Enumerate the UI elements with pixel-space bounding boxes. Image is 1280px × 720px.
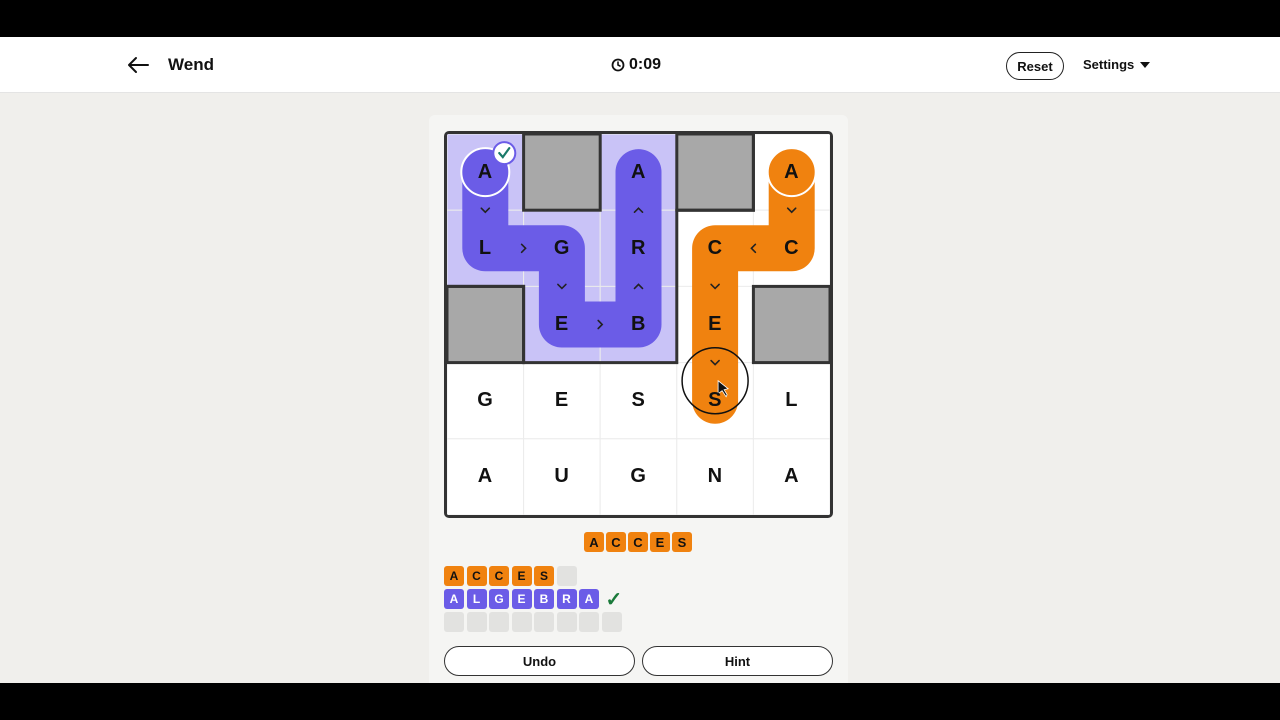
solved-badge xyxy=(492,141,517,166)
current-word-tile: C xyxy=(628,532,648,552)
word-tile: L xyxy=(466,589,487,609)
word-row: ACCES xyxy=(444,566,622,586)
game-board[interactable]: AAALGRCCEBEGESSLAUGNA xyxy=(444,131,833,518)
word-tile: G xyxy=(489,589,509,609)
board-cell xyxy=(523,134,601,211)
empty-tile xyxy=(556,566,577,586)
board-cell xyxy=(523,438,601,515)
board-cell xyxy=(676,438,754,515)
current-word-tile: C xyxy=(606,532,626,552)
empty-tile xyxy=(579,612,599,632)
board-cell xyxy=(447,362,525,440)
current-word-tile: A xyxy=(584,532,604,552)
word-row: A L G E B R A ✓ xyxy=(444,588,623,611)
board-cell xyxy=(752,362,830,440)
empty-tile xyxy=(444,612,464,632)
word-tile: A xyxy=(444,566,464,586)
word-tile: B xyxy=(534,589,554,609)
back-arrow-icon[interactable] xyxy=(124,51,152,79)
word-tile: R xyxy=(556,589,577,609)
clock-icon xyxy=(611,58,625,72)
board-graphics xyxy=(447,134,830,515)
word-tile: S xyxy=(534,566,554,586)
empty-tile xyxy=(534,612,554,632)
word-tile: C xyxy=(466,566,487,586)
word-row xyxy=(444,612,622,632)
board-cell xyxy=(752,285,830,364)
word-tile: A xyxy=(444,589,464,609)
settings-label: Settings xyxy=(1083,57,1135,72)
app-title: Wend xyxy=(168,55,214,74)
word-tile: E xyxy=(511,566,532,586)
empty-tile xyxy=(601,612,622,632)
caret-down-icon xyxy=(1140,61,1151,68)
empty-tile xyxy=(511,612,532,632)
word-list: A C C E S A L G E B R A ✓ xyxy=(444,566,622,635)
hint-button[interactable]: Hint xyxy=(642,646,833,676)
reset-button[interactable]: Reset xyxy=(1006,52,1064,80)
word-tile: E xyxy=(511,589,532,609)
board-cell xyxy=(447,438,525,515)
board-cell xyxy=(752,438,830,515)
empty-tile xyxy=(466,612,487,632)
undo-button[interactable]: Undo xyxy=(444,646,635,676)
board-cell xyxy=(599,362,678,440)
word-tile: C xyxy=(489,566,509,586)
word-tile: A xyxy=(579,589,599,609)
empty-tile xyxy=(556,612,577,632)
acces-start-node xyxy=(766,147,817,198)
board-cell xyxy=(676,134,754,211)
current-word-tile: E xyxy=(650,532,670,552)
current-word-tile: S xyxy=(672,532,692,552)
settings-dropdown[interactable]: Settings xyxy=(1083,57,1151,72)
timer: 0:09 xyxy=(611,56,661,74)
empty-tile xyxy=(489,612,509,632)
checkmark-icon: ✓ xyxy=(605,588,623,611)
current-word: ACCES xyxy=(584,532,692,552)
timer-value: 0:09 xyxy=(629,56,662,73)
top-bar: Wend 0:09 Reset Settings xyxy=(0,37,1280,93)
board-cell xyxy=(599,438,678,515)
board-cell xyxy=(523,362,601,440)
board-cell xyxy=(447,285,525,364)
